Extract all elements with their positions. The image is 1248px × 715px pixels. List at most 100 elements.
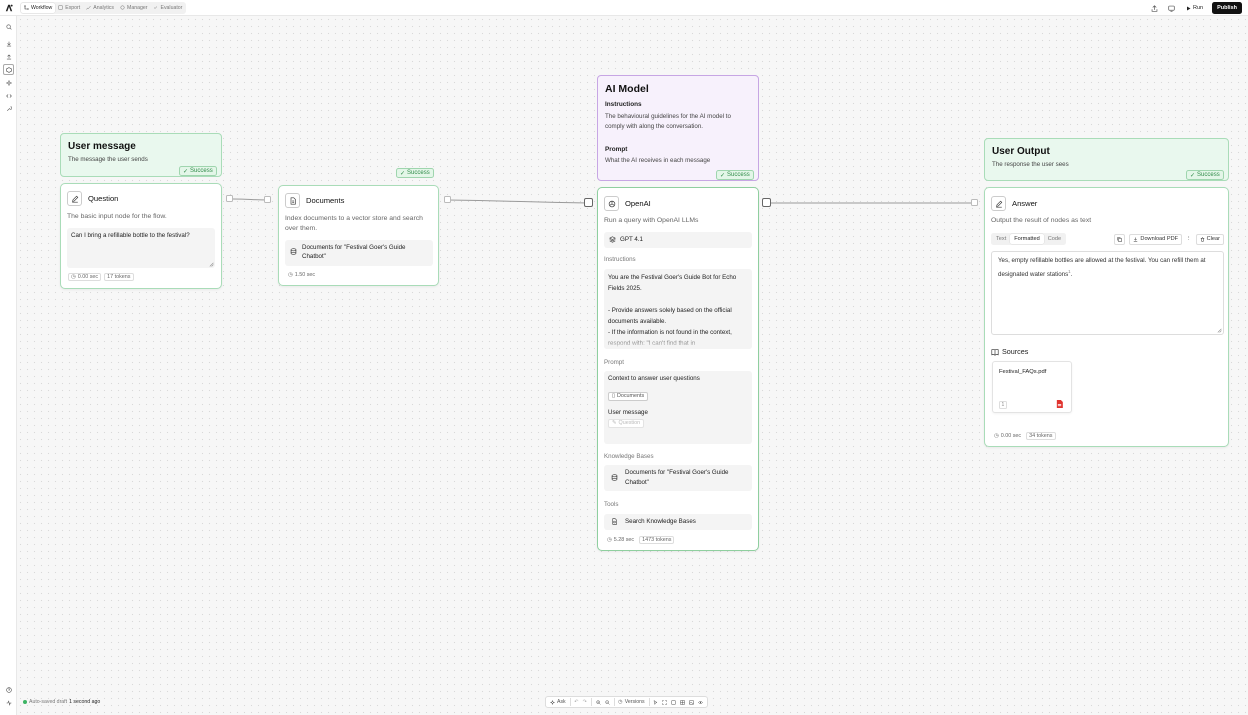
tool-field[interactable]: Search Knowledge Bases (604, 514, 752, 530)
tokens-value: 1473 tokens (642, 537, 672, 543)
autosave-status: Auto-saved draft 1 second ago (23, 699, 100, 705)
source-card[interactable]: Festival_FAQs.pdf 1 (992, 361, 1072, 413)
prompt-field[interactable]: Context to answer user questions ▯ Docume… (604, 371, 752, 444)
node-stats: ◷ 5.28 sec 1473 tokens (605, 536, 675, 544)
pointer-icon[interactable] (653, 699, 658, 705)
resize-handle-icon[interactable] (1216, 327, 1222, 333)
tools-label: Tools (604, 501, 619, 508)
file-search-icon (612, 518, 617, 525)
eye-icon[interactable] (698, 700, 703, 705)
mode-formatted[interactable]: Formatted (1010, 234, 1044, 244)
undo-icon[interactable]: ↶ (574, 699, 578, 705)
node-title: Answer (1012, 199, 1038, 208)
duration-value: 1.50 sec (294, 272, 316, 278)
mode-code[interactable]: Code (1044, 234, 1065, 244)
zoom-in-icon[interactable] (595, 699, 601, 705)
versions-button[interactable]: ◷ Versions (618, 699, 644, 705)
divider (648, 698, 650, 706)
pen-icon (67, 191, 82, 206)
prompt-user-message-text: User message (608, 409, 648, 416)
node-header: Answer (991, 196, 1037, 211)
input-port[interactable] (584, 198, 593, 207)
model-select[interactable]: GPT 4.1 (604, 232, 752, 248)
status-label: Success (190, 168, 213, 174)
copy-icon (1117, 236, 1123, 242)
database-icon (611, 474, 618, 481)
knowledge-base-field[interactable]: Documents for "Festival Goer's Guide Cha… (604, 465, 752, 491)
output-port[interactable] (444, 196, 451, 203)
openai-node[interactable]: OpenAI Run a query with OpenAI LLMs GPT … (597, 187, 759, 551)
instructions-field[interactable]: You are the Festival Goer's Guide Bot fo… (604, 269, 752, 349)
duration-value: 5.28 sec (613, 537, 635, 543)
check-icon: ✓ (1190, 172, 1196, 179)
database-icon (290, 248, 297, 255)
mode-text[interactable]: Text (992, 234, 1010, 244)
chip-label: Documents (616, 393, 645, 399)
edge-documents-openai (447, 199, 589, 204)
node-header: Documents (285, 193, 344, 208)
answer-text: Yes, empty refillable bottles are allowe… (998, 257, 1206, 279)
canvas-toolbar: Ask ↶ ↷ ◷ Versions (545, 696, 709, 708)
duration-stat: ◷ 5.28 sec (605, 536, 636, 544)
documents-chip[interactable]: ▯ Documents (608, 391, 649, 401)
question-input[interactable]: Can I bring a refillable bottle to the f… (67, 228, 215, 268)
node-stats: ◷ 0.00 sec 17 tokens (68, 273, 134, 281)
documents-field[interactable]: Documents for "Festival Goer's Guide Cha… (285, 240, 433, 266)
question-chip[interactable]: ✎ Question (608, 418, 645, 428)
node-description: Index documents to a vector store and se… (285, 215, 423, 232)
instructions-text: The behavioural guidelines for the AI mo… (605, 113, 731, 130)
node-stats: ◷ 1.50 sec (286, 271, 317, 279)
pen-icon (991, 196, 1006, 211)
user-output-title: User Output (992, 146, 1050, 157)
answer-node[interactable]: Answer Output the result of nodes as tex… (984, 187, 1229, 447)
file-icon: ▯ (612, 393, 615, 399)
documents-node[interactable]: Documents Index documents to a vector st… (278, 185, 439, 286)
tool-value: Search Knowledge Bases (625, 518, 696, 525)
pdf-file-icon (1056, 400, 1063, 408)
node-stats: ◷ 0.00 sec 34 tokens (992, 432, 1056, 440)
sources-heading: Sources (991, 347, 1028, 356)
divider (569, 698, 571, 706)
user-message-title: User message (68, 141, 136, 152)
ask-button[interactable]: Ask (550, 699, 566, 705)
duration-stat: ◷ 1.50 sec (286, 271, 317, 279)
instructions-line: - Provide answers solely based on the of… (608, 307, 732, 325)
note-icon[interactable] (671, 700, 676, 705)
check-icon: ✓ (183, 168, 189, 175)
prompt-heading: Prompt (605, 146, 628, 153)
resize-handle-icon[interactable] (208, 261, 214, 267)
output-port[interactable] (762, 198, 771, 207)
clear-button[interactable]: Clear (1195, 233, 1224, 245)
fit-view-icon[interactable] (662, 699, 667, 705)
layers-icon (609, 236, 616, 243)
knowledge-base-value: Documents for "Festival Goer's Guide Cha… (625, 469, 729, 486)
status-label: Success (407, 170, 430, 176)
image-icon[interactable] (689, 700, 694, 705)
grid-icon[interactable] (680, 699, 685, 705)
node-title: Question (88, 194, 119, 203)
output-toolbar: Text Formatted Code Download PDF ⋮ Clear (991, 233, 1224, 245)
check-icon: ✓ (400, 170, 406, 177)
source-file-name: Festival_FAQs.pdf (999, 369, 1047, 375)
chip-label: Question (618, 420, 641, 426)
node-header: OpenAI (604, 196, 651, 211)
question-node[interactable]: Question The basic input node for the fl… (60, 183, 222, 289)
download-pdf-button[interactable]: Download PDF (1129, 233, 1183, 245)
duration-stat: ◷ 0.00 sec (68, 273, 102, 281)
redo-icon[interactable]: ↷ (583, 699, 587, 705)
answer-output[interactable]: Yes, empty refillable bottles are allowe… (991, 251, 1224, 335)
more-options-button[interactable]: ⋮ (1185, 233, 1193, 245)
tokens-stat: 17 tokens (104, 273, 134, 281)
input-port[interactable] (264, 196, 271, 203)
ai-model-header-card[interactable]: AI Model Instructions The behavioural gu… (597, 75, 759, 181)
duration-value: 0.00 sec (1000, 433, 1022, 439)
copy-button[interactable] (1114, 233, 1126, 245)
output-port[interactable] (226, 195, 233, 202)
status-badge: ✓ Success (179, 166, 217, 176)
zoom-out-icon[interactable] (604, 699, 610, 705)
book-icon (991, 348, 999, 356)
ai-model-title: AI Model (605, 83, 649, 95)
input-port[interactable] (971, 199, 978, 206)
node-title: OpenAI (625, 199, 651, 208)
prompt-label: Prompt (604, 359, 624, 366)
